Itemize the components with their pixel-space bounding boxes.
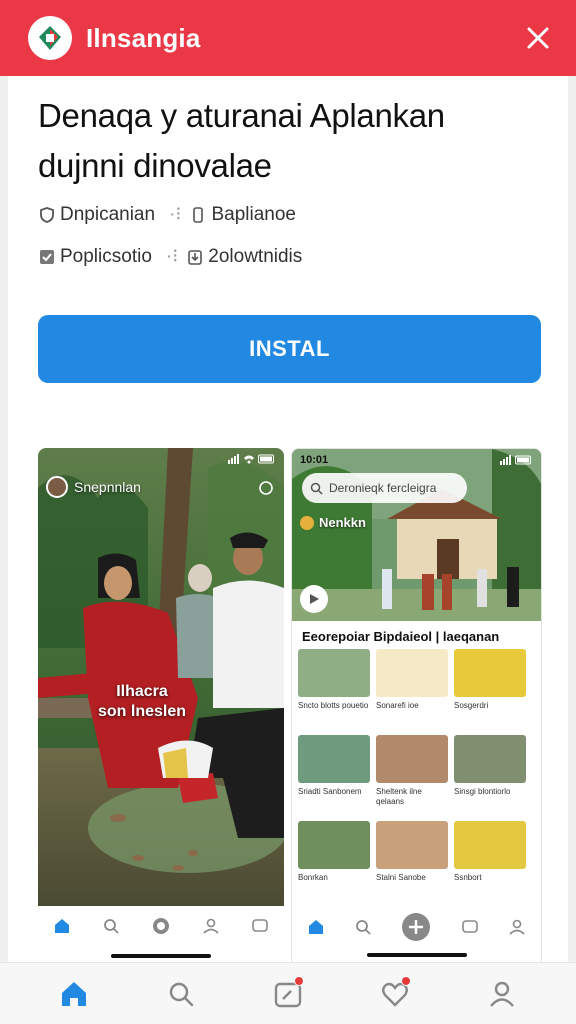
nav-search[interactable] xyxy=(161,974,201,1014)
screenshot-1-nav xyxy=(38,906,284,946)
download-icon xyxy=(188,249,203,265)
home-icon xyxy=(61,981,86,1006)
notification-badge xyxy=(293,975,304,986)
globe-icon xyxy=(152,918,169,934)
nav-profile[interactable] xyxy=(482,974,522,1014)
meta-row-1: Dnpicanian ·⁝ Baplianoe xyxy=(38,203,296,226)
screenshot-1-image: Snepnnlan Ilhacra son lneslen xyxy=(38,448,284,906)
screenshot-1[interactable]: Snepnnlan Ilhacra son lneslen xyxy=(38,448,284,966)
refresh-icon xyxy=(259,481,273,495)
home-icon xyxy=(308,920,323,934)
video-tile[interactable]: Stalni Sanobe xyxy=(376,821,448,897)
channel-label: Nenkkn xyxy=(300,515,366,530)
video-tile[interactable]: Ssnbort xyxy=(454,821,526,897)
avatar xyxy=(300,515,314,530)
install-button[interactable]: INSTAL xyxy=(38,315,541,383)
app-name: Ilnsangia xyxy=(86,22,201,53)
app-title: Denaqa y aturanai Aplankan dujnni dinova… xyxy=(38,91,538,191)
wifi-icon xyxy=(244,455,254,464)
search-icon xyxy=(169,982,194,1006)
nav-favorites[interactable] xyxy=(375,974,415,1014)
meta-item: Baplianoe xyxy=(189,204,296,226)
meta-row-2: Poplicsotio ·⁝ 2olowtnidis xyxy=(38,245,302,268)
meta-item: Poplicsotio xyxy=(38,246,152,268)
home-indicator xyxy=(111,954,211,958)
signal-icon xyxy=(228,454,239,464)
screenshot-2-banner: 10:01 Deronieqk fercleigra Nenkkn xyxy=(292,449,541,621)
status-bar: 10:01 xyxy=(292,449,541,471)
profile-header: Snepnnlan xyxy=(46,476,141,498)
message-icon xyxy=(462,920,478,933)
app-logo xyxy=(28,16,72,60)
meta-item: Dnpicanian xyxy=(38,204,155,226)
video-tile[interactable]: Sosgerdri xyxy=(454,649,526,725)
video-tile[interactable]: Sinsgi blontiorlo xyxy=(454,735,526,811)
screenshot-2-nav xyxy=(292,907,541,947)
meta-item: 2olowtnidis xyxy=(186,246,302,268)
notification-badge xyxy=(401,975,412,986)
video-tile[interactable]: Sriadti Sanbonem xyxy=(298,735,370,811)
video-tile[interactable]: Sncto blotts pouetio xyxy=(298,649,370,725)
user-icon xyxy=(509,919,525,935)
app-title-line2: dujnni dinovalae xyxy=(38,147,272,184)
battery-icon xyxy=(258,454,274,464)
user-icon xyxy=(490,981,515,1007)
search-icon xyxy=(104,919,119,934)
home-indicator xyxy=(366,953,467,957)
video-grid: Sncto blotts pouetio Sonarefi ioe Sosger… xyxy=(298,649,538,897)
search-icon xyxy=(310,482,323,495)
play-icon xyxy=(310,594,319,604)
app-header: Ilnsangia xyxy=(0,0,576,76)
video-caption: Ilhacra son lneslen xyxy=(98,683,187,720)
shield-icon xyxy=(40,206,54,223)
check-icon xyxy=(40,249,54,264)
video-tile[interactable]: Sonarefi ioe xyxy=(376,649,448,725)
close-button[interactable] xyxy=(520,20,556,56)
nav-home[interactable] xyxy=(54,974,94,1014)
screenshot-2[interactable]: 10:01 Deronieqk fercleigra Nenkkn Eeorep… xyxy=(291,448,542,966)
video-tile[interactable]: Bonrkan xyxy=(298,821,370,897)
phone-icon xyxy=(193,206,204,223)
section-title: Eeorepoiar Bipdaieol | laeqanan xyxy=(302,629,500,644)
user-icon xyxy=(203,918,219,934)
battery-icon xyxy=(515,455,531,465)
nav-calendar[interactable] xyxy=(268,974,308,1014)
close-icon xyxy=(527,27,549,49)
signal-icon xyxy=(500,455,511,465)
avatar xyxy=(46,476,68,498)
bottom-nav xyxy=(0,962,576,1024)
search-input[interactable]: Deronieqk fercleigra xyxy=(302,473,467,503)
add-icon xyxy=(402,913,431,941)
message-icon xyxy=(251,919,268,932)
app-title-line1: Denaqa y aturanai Aplankan xyxy=(38,97,445,134)
video-tile[interactable]: Sheltenk ilne qelaans xyxy=(376,735,448,811)
play-button[interactable] xyxy=(300,585,328,613)
search-icon xyxy=(356,920,371,935)
app-logo-icon xyxy=(39,26,61,50)
home-icon xyxy=(55,919,70,933)
status-bar xyxy=(38,448,284,470)
